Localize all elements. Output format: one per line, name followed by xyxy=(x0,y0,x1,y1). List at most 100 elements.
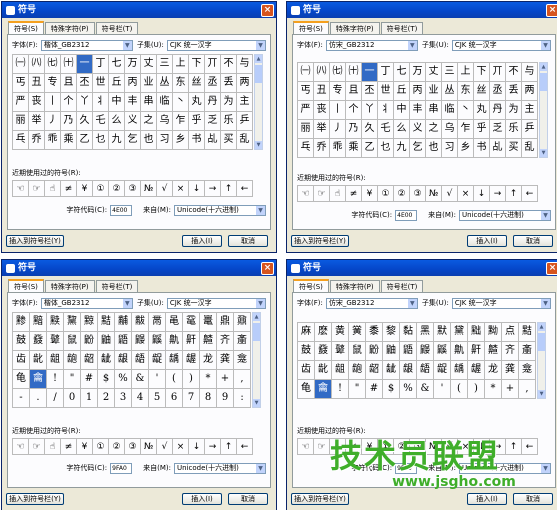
symbol-cell[interactable]: 乎 xyxy=(474,120,490,139)
symbol-cell[interactable]: 乍 xyxy=(458,120,474,139)
symbol-cell[interactable]: 乘 xyxy=(346,139,362,158)
title-bar[interactable]: 符号 × xyxy=(287,260,557,276)
subset-select[interactable]: CJK 统一汉字 ▼ xyxy=(166,39,266,51)
symbol-cell[interactable]: 乒 xyxy=(237,112,253,131)
symbol-cell[interactable]: 龠 xyxy=(30,370,47,389)
symbol-cell[interactable]: 个 xyxy=(346,101,362,120)
symbol-cell[interactable]: 鼠 xyxy=(349,342,366,361)
symbol-cell[interactable]: * xyxy=(485,380,502,399)
symbol-cell[interactable]: , xyxy=(519,380,536,399)
symbol-cell[interactable]: 丙 xyxy=(410,82,426,101)
symbol-cell[interactable]: 乖 xyxy=(45,131,61,150)
tab-special-chars[interactable]: 特殊字符(P) xyxy=(44,280,95,292)
symbol-cell[interactable]: 乇 xyxy=(378,120,394,139)
symbol-cell[interactable]: 乙 xyxy=(77,131,93,150)
recent-symbol-cell[interactable]: ☝ xyxy=(330,186,346,202)
symbol-cell[interactable]: ) xyxy=(183,370,200,389)
symbol-cell[interactable]: 乱 xyxy=(237,131,253,150)
insert-to-symbol-bar-button[interactable]: 插入到符号栏(Y) xyxy=(6,235,64,247)
symbol-cell[interactable]: 一 xyxy=(362,63,378,82)
symbol-cell[interactable]: 鼐 xyxy=(234,313,251,332)
symbol-cell[interactable]: ㈧ xyxy=(29,55,45,74)
symbol-cell[interactable]: 丑 xyxy=(29,74,45,93)
chevron-down-icon[interactable]: ▼ xyxy=(541,298,550,308)
scroll-up-icon[interactable]: ▲ xyxy=(253,313,260,321)
symbol-cell[interactable]: 丘 xyxy=(394,82,410,101)
recent-symbol-cell[interactable]: ☜ xyxy=(13,439,29,455)
symbol-cell[interactable]: 丰 xyxy=(125,93,141,112)
symbol-cell[interactable]: & xyxy=(417,380,434,399)
symbol-cell[interactable]: " xyxy=(64,370,81,389)
symbol-cell[interactable]: 之 xyxy=(426,120,442,139)
symbol-cell[interactable]: 龚 xyxy=(217,351,234,370)
symbol-cell[interactable]: ! xyxy=(47,370,64,389)
symbol-cell[interactable]: 鼓 xyxy=(298,342,315,361)
recent-symbol-cell[interactable]: → xyxy=(490,186,506,202)
symbol-cell[interactable]: 黄 xyxy=(332,323,349,342)
symbol-cell[interactable]: 丨 xyxy=(45,93,61,112)
recent-symbol-cell[interactable]: ≠ xyxy=(61,181,77,197)
recent-symbol-cell[interactable]: ☞ xyxy=(29,439,45,455)
symbol-cell[interactable]: 万 xyxy=(125,55,141,74)
symbol-grid-scrollbar[interactable]: ▲ ▼ xyxy=(539,62,548,158)
symbol-cell[interactable]: 丰 xyxy=(410,101,426,120)
symbol-cell[interactable]: 黻 xyxy=(132,313,149,332)
recent-symbol-cell[interactable]: ↑ xyxy=(506,186,522,202)
symbol-cell[interactable]: 义 xyxy=(125,112,141,131)
symbol-cell[interactable]: 乏 xyxy=(490,120,506,139)
tab-symbol-bar[interactable]: 符号栏(T) xyxy=(380,280,424,292)
symbol-cell[interactable]: 七 xyxy=(109,55,125,74)
font-select[interactable]: 楷体_GB2312 ▼ xyxy=(40,39,133,51)
symbol-cell[interactable]: 业 xyxy=(426,82,442,101)
symbol-cell[interactable]: 丈 xyxy=(141,55,157,74)
symbol-cell[interactable]: 黎 xyxy=(383,323,400,342)
symbol-cell[interactable]: 鼙 xyxy=(47,332,64,351)
recent-symbol-cell[interactable]: ¥ xyxy=(362,186,378,202)
recent-symbol-cell[interactable]: ③ xyxy=(125,181,141,197)
from-select[interactable]: Unicode(十六进制) ▼ xyxy=(174,462,266,474)
symbol-cell[interactable]: 齄 xyxy=(485,342,502,361)
symbol-cell[interactable]: 龋 xyxy=(166,351,183,370)
symbol-cell[interactable]: 黝 xyxy=(485,323,502,342)
recent-symbol-cell[interactable]: ☝ xyxy=(45,439,61,455)
symbol-cell[interactable]: 齿 xyxy=(298,361,315,380)
symbol-cell[interactable]: 黏 xyxy=(400,323,417,342)
symbol-cell[interactable]: 书 xyxy=(189,131,205,150)
symbol-cell[interactable]: : xyxy=(234,389,251,408)
symbol-cell[interactable]: 龙 xyxy=(200,351,217,370)
symbol-cell[interactable]: 丨 xyxy=(330,101,346,120)
symbol-cell[interactable]: 丫 xyxy=(77,93,93,112)
chevron-down-icon[interactable]: ▼ xyxy=(122,40,132,50)
recent-symbol-cell[interactable]: ☞ xyxy=(29,181,45,197)
symbol-cell[interactable]: 麻 xyxy=(298,323,315,342)
symbol-cell[interactable]: 丿 xyxy=(330,120,346,139)
symbol-cell[interactable]: 东 xyxy=(458,82,474,101)
symbol-cell[interactable]: 黑 xyxy=(417,323,434,342)
cancel-button[interactable]: 取消 xyxy=(513,493,553,505)
symbol-cell[interactable]: 鼠 xyxy=(64,332,81,351)
symbol-cell[interactable]: 黉 xyxy=(349,323,366,342)
symbol-cell[interactable]: 不 xyxy=(221,55,237,74)
symbol-cell[interactable]: 丹 xyxy=(490,101,506,120)
symbol-cell[interactable]: 0 xyxy=(64,389,81,408)
scroll-thumb[interactable] xyxy=(255,65,262,83)
symbol-cell[interactable]: 龛 xyxy=(519,361,536,380)
symbol-cell[interactable]: 临 xyxy=(442,101,458,120)
subset-select[interactable]: CJK 统一汉字 ▼ xyxy=(451,297,551,309)
symbol-cell[interactable]: 串 xyxy=(141,93,157,112)
insert-to-symbol-bar-button[interactable]: 插入到符号栏(Y) xyxy=(291,493,349,505)
symbol-cell[interactable]: 也 xyxy=(141,131,157,150)
symbol-cell[interactable]: 龟 xyxy=(298,380,315,399)
symbol-cell[interactable]: 黩 xyxy=(47,313,64,332)
symbol-cell[interactable]: 黾 xyxy=(166,313,183,332)
symbol-cell[interactable]: 龆 xyxy=(366,361,383,380)
symbol-cell[interactable]: 龈 xyxy=(115,351,132,370)
symbol-cell[interactable]: 黛 xyxy=(451,323,468,342)
recent-symbol-cell[interactable]: ↑ xyxy=(221,439,237,455)
symbol-cell[interactable]: ) xyxy=(468,380,485,399)
symbol-cell[interactable]: 龉 xyxy=(132,351,149,370)
symbol-cell[interactable]: 乔 xyxy=(29,131,45,150)
symbol-cell[interactable]: ㈠ xyxy=(13,55,29,74)
symbol-cell[interactable]: 两 xyxy=(522,82,538,101)
symbol-cell[interactable]: 黯 xyxy=(30,313,47,332)
